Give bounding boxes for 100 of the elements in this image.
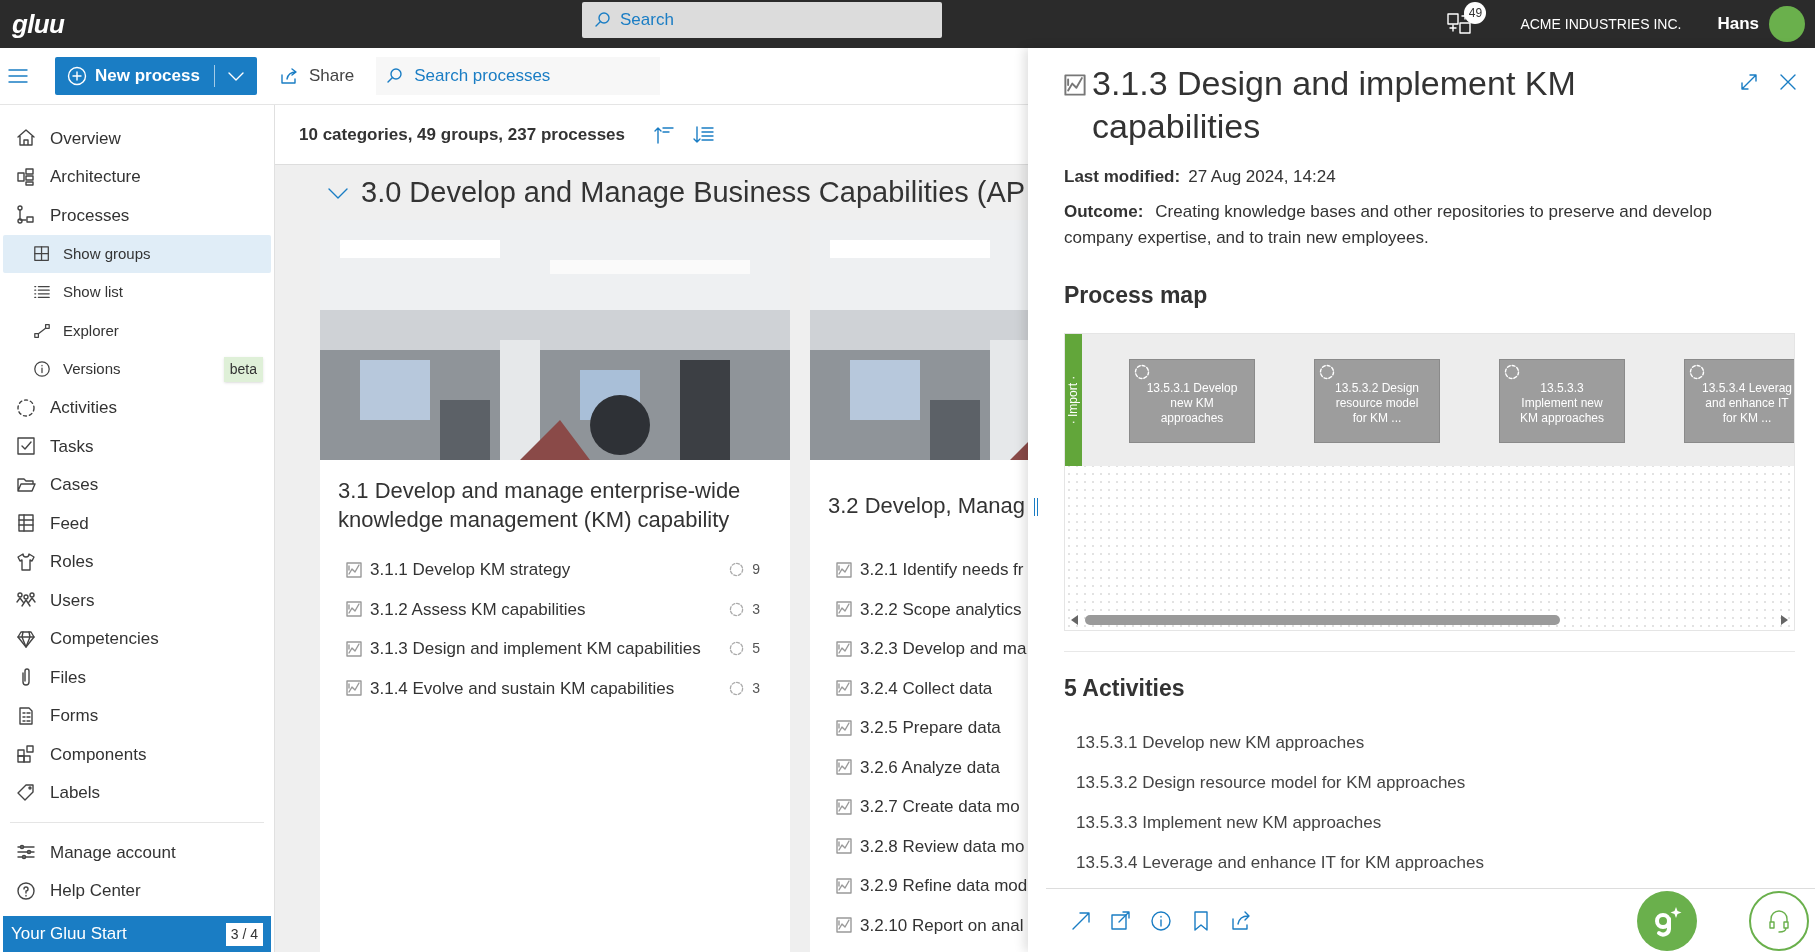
search-field[interactable]: Search processes xyxy=(376,57,661,95)
notification-badge: 49 xyxy=(1464,2,1487,24)
sidebar-item[interactable]: Manage account xyxy=(3,833,271,872)
getting-started-bar[interactable]: Your Gluu Start 3 / 4 xyxy=(3,916,271,952)
sidebar-item[interactable]: Show list xyxy=(3,273,271,312)
feed-icon xyxy=(16,513,36,534)
dashed-circle-icon xyxy=(1689,363,1705,380)
last-modified-text: Last modified: 27 Aug 2024, 14:24 xyxy=(1064,166,1337,188)
chart-icon[interactable] xyxy=(836,640,852,657)
process-link[interactable]: 3.1.1 Develop KM strategy xyxy=(370,557,571,583)
process-link[interactable]: 3.2.7 Create data mo xyxy=(860,794,1020,820)
progress-badge: 3 / 4 xyxy=(225,922,263,946)
sidebar-item[interactable]: Users xyxy=(3,581,271,620)
company-name: ACME INDUSTRIES INC. xyxy=(1520,14,1682,34)
form-icon xyxy=(16,705,36,726)
chart-icon[interactable] xyxy=(346,680,362,697)
activity-link[interactable]: 13.5.3.3 Implement new KM approaches xyxy=(1076,803,1795,843)
process-link[interactable]: 3.2.8 Review data mo xyxy=(860,833,1025,859)
search-icon xyxy=(386,67,405,85)
external-window-icon[interactable] xyxy=(1110,909,1132,932)
chart-icon[interactable] xyxy=(836,759,852,776)
share-icon xyxy=(278,67,299,85)
process-link[interactable]: 3.2.10 Report on anal xyxy=(860,912,1024,938)
avatar[interactable] xyxy=(1769,6,1805,42)
headset-icon xyxy=(1766,907,1792,934)
sidebar-item[interactable]: Show groups xyxy=(3,234,271,273)
user-name[interactable]: Hans xyxy=(1717,11,1759,37)
activity-link[interactable]: 13.5.3.2 Design resource model for KM approaches xyxy=(1076,763,1795,803)
diamond-icon xyxy=(16,628,36,649)
grid-icon xyxy=(33,244,51,263)
activity-count: 5 xyxy=(752,639,760,659)
sidebar-item[interactable]: Files xyxy=(3,658,271,697)
dashed-circle-icon xyxy=(16,397,36,418)
chart-icon[interactable] xyxy=(836,719,852,736)
chart-icon[interactable] xyxy=(836,838,852,855)
components-icon xyxy=(16,744,36,765)
sidebar-item[interactable]: Components xyxy=(3,735,271,774)
outcome-text: Outcome: Creating knowledge bases and other repositories to preserve and develop company expertise, and to train new employees. xyxy=(1064,201,1713,249)
sort-icon[interactable] xyxy=(653,124,675,145)
info-icon[interactable] xyxy=(1150,909,1172,932)
chart-icon[interactable] xyxy=(346,601,362,618)
process-link[interactable]: 3.2.4 Collect data xyxy=(860,675,993,701)
process-link[interactable]: 3.1.2 Assess KM capabilities xyxy=(370,596,586,622)
dashed-circle-icon xyxy=(729,601,745,617)
chart-icon[interactable] xyxy=(836,601,852,618)
dashed-circle-icon xyxy=(1504,363,1520,380)
blocks-icon xyxy=(16,166,36,187)
chart-icon[interactable] xyxy=(836,680,852,697)
process-link[interactable]: 3.2.9 Refine data mod xyxy=(860,873,1028,899)
sidebar-item[interactable]: Feed xyxy=(3,504,271,543)
group-card[interactable] xyxy=(320,220,790,952)
scrollbar-thumb[interactable] xyxy=(1085,614,1561,625)
process-link[interactable]: 3.2.5 Prepare data xyxy=(860,715,1001,741)
sidebar-item[interactable]: Help Center xyxy=(3,871,271,910)
activity-link[interactable]: 13.5.3.4 Leverage and enhance IT for KM approaches xyxy=(1076,843,1795,883)
process-link[interactable]: 3.1.4 Evolve and sustain KM capabilities xyxy=(370,675,675,701)
chart-icon[interactable] xyxy=(836,917,852,934)
shirt-icon xyxy=(16,551,36,572)
chart-icon[interactable] xyxy=(836,877,852,894)
process-link[interactable]: 3.2.1 Identify needs fr xyxy=(860,557,1024,583)
process-link[interactable]: 3.1.3 Design and implement KM capabilities xyxy=(370,636,701,662)
category-title: 3.0 Develop and Manage Business Capabilities (AP xyxy=(361,174,1026,210)
flow-icon xyxy=(16,205,36,226)
chart-icon[interactable] xyxy=(346,640,362,657)
sidebar-item[interactable]: Labels xyxy=(3,773,271,812)
checkbox-icon xyxy=(16,436,36,457)
process-link[interactable]: 3.2.6 Analyze data xyxy=(860,754,1000,780)
sidebar-item[interactable]: Architecture xyxy=(3,157,271,196)
close-icon[interactable] xyxy=(1779,73,1797,91)
section-heading: Process map xyxy=(1064,281,1209,310)
list-order-icon[interactable] xyxy=(693,124,715,145)
chart-icon[interactable] xyxy=(836,798,852,815)
chart-icon[interactable] xyxy=(346,561,362,578)
dashed-circle-icon xyxy=(729,680,745,696)
sidebar-item[interactable]: Processes xyxy=(3,196,271,235)
expand-icon[interactable] xyxy=(1739,72,1759,92)
share-icon[interactable] xyxy=(1230,909,1252,932)
scroll-left-icon[interactable] xyxy=(1071,614,1079,625)
process-link[interactable]: 3.2.3 Develop and ma xyxy=(860,636,1027,662)
sidebar-item[interactable]: Versions beta xyxy=(3,350,271,389)
chart-icon[interactable] xyxy=(836,561,852,578)
share-button[interactable]: Share xyxy=(278,63,355,89)
sidebar-item[interactable]: Overview xyxy=(3,119,271,158)
tag-icon xyxy=(16,782,36,803)
sidebar-item[interactable]: Explorer xyxy=(3,311,271,350)
process-link[interactable]: 3.2.2 Scope analytics xyxy=(860,596,1022,622)
plus-circle-icon xyxy=(67,66,87,86)
sidebar-item[interactable]: Activities xyxy=(3,388,271,427)
scroll-right-icon[interactable] xyxy=(1780,614,1788,625)
sidebar-item[interactable]: Forms xyxy=(3,696,271,735)
activity-link[interactable]: 13.5.3.1 Develop new KM approaches xyxy=(1076,723,1795,763)
sidebar-item[interactable]: Cases xyxy=(3,465,271,504)
resize-handle[interactable] xyxy=(1034,498,1038,516)
sidebar-item[interactable]: Tasks xyxy=(3,427,271,466)
section-heading: 5 Activities xyxy=(1064,673,1186,703)
sidebar-item[interactable]: Competencies xyxy=(3,619,271,658)
arrow-icon[interactable] xyxy=(1070,909,1092,932)
menu-icon[interactable] xyxy=(8,68,28,84)
help-icon xyxy=(16,880,36,901)
sidebar-item[interactable]: Roles xyxy=(3,542,271,581)
